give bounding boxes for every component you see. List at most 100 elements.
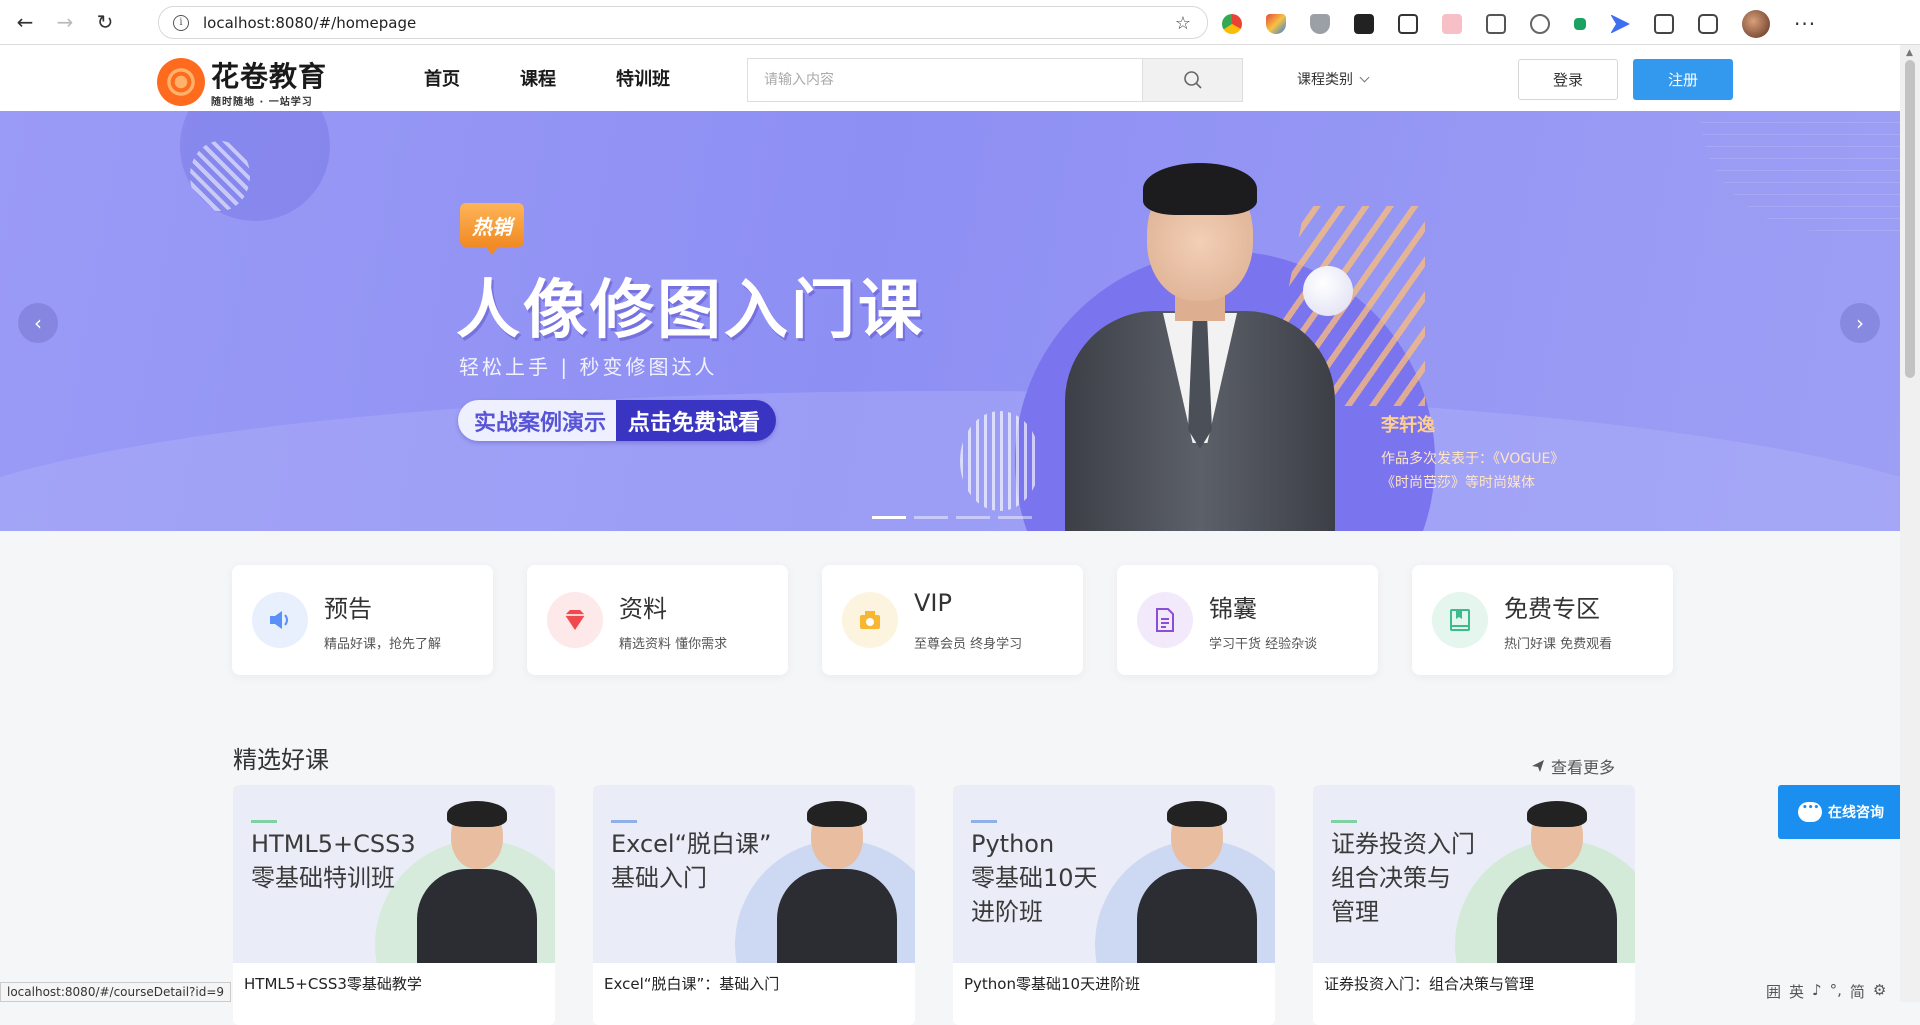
course-cover-title: Python 零基础10天 进阶班 bbox=[971, 830, 1098, 926]
section-title: 精选好课 bbox=[233, 746, 329, 774]
document-icon bbox=[1137, 592, 1193, 648]
nav-training[interactable]: 特训班 bbox=[616, 65, 670, 91]
online-consult-button[interactable]: 在线咨询 bbox=[1778, 785, 1904, 839]
ime-toolbar: 囲英 ♪ °, 简 ⚙ bbox=[1766, 981, 1886, 1002]
course-card[interactable]: HTML5+CSS3 零基础特训班 HTML5+CSS3零基础教学 bbox=[233, 785, 555, 1025]
search-box bbox=[747, 58, 1243, 102]
favorites-icon[interactable] bbox=[1654, 14, 1674, 34]
ime-item[interactable]: 简 bbox=[1850, 981, 1865, 1002]
course-card[interactable]: 证券投资入门 组合决策与 管理 证券投资入门：组合决策与管理 bbox=[1313, 785, 1635, 1025]
category-card[interactable]: 免费专区 热门好课 免费观看 bbox=[1412, 565, 1673, 675]
crown-icon bbox=[842, 592, 898, 648]
course-card[interactable]: Python 零基础10天 进阶班 Python零基础10天进阶班 bbox=[953, 785, 1275, 1025]
carousel-next-button[interactable]: › bbox=[1840, 303, 1880, 343]
scrollbar-thumb[interactable] bbox=[1905, 60, 1915, 378]
course-lecturer-photo bbox=[1137, 801, 1257, 963]
ime-item[interactable]: °, bbox=[1830, 981, 1842, 1002]
category-label: 课程类别 bbox=[1297, 72, 1353, 88]
category-title: 预告 bbox=[324, 595, 372, 623]
collections-icon[interactable] bbox=[1698, 14, 1718, 34]
site-info-icon[interactable]: i bbox=[173, 14, 189, 31]
search-button[interactable] bbox=[1142, 59, 1242, 101]
page-scrollbar[interactable]: ▲ bbox=[1900, 45, 1920, 1002]
banner-title: 人像修图入门课 bbox=[456, 274, 925, 348]
course-cover[interactable]: 证券投资入门 组合决策与 管理 bbox=[1313, 785, 1635, 963]
lecturer-description: 作品多次发表于：《VOGUE》 《时尚芭莎》等时尚媒体 bbox=[1381, 451, 1565, 491]
carousel-indicator[interactable] bbox=[956, 516, 990, 519]
speaker-icon bbox=[252, 592, 308, 648]
extension-shield-icon[interactable] bbox=[1266, 14, 1286, 34]
ime-item[interactable]: ♪ bbox=[1812, 981, 1822, 1002]
extension-tv-icon[interactable] bbox=[1486, 14, 1506, 34]
category-title: VIP bbox=[914, 589, 952, 617]
extension-chrome-icon[interactable] bbox=[1222, 14, 1242, 34]
extension-guard-icon[interactable] bbox=[1310, 14, 1330, 34]
cta-demo-label: 实战案例演示 bbox=[458, 400, 617, 441]
browser-toolbar: ← → ↻ i localhost:8080/#/homepage ☆ ··· bbox=[0, 0, 1920, 45]
forward-icon[interactable]: → bbox=[50, 7, 80, 37]
more-options-icon[interactable]: ··· bbox=[1794, 12, 1816, 36]
back-icon[interactable]: ← bbox=[10, 7, 40, 37]
category-card[interactable]: VIP 至尊会员 终身学习 bbox=[822, 565, 1083, 675]
address-bar[interactable]: i localhost:8080/#/homepage ☆ bbox=[158, 6, 1208, 39]
banner-cta[interactable]: 实战案例演示 点击免费试看 bbox=[458, 400, 777, 441]
extension-grid-icon[interactable] bbox=[1354, 14, 1374, 34]
course-category-dropdown[interactable]: 课程类别 bbox=[1297, 69, 1370, 89]
course-cover[interactable]: Excel“脱白课” 基础入门 bbox=[593, 785, 915, 963]
category-card[interactable]: 资料 精选资料 懂你需求 bbox=[527, 565, 788, 675]
course-cover-title: HTML5+CSS3 零基础特训班 bbox=[251, 830, 416, 892]
lecturer-photo bbox=[1045, 151, 1355, 531]
add-favorite-icon[interactable]: ☆ bbox=[1175, 13, 1191, 34]
extension-recycle-icon[interactable] bbox=[1530, 14, 1550, 34]
nav-home[interactable]: 首页 bbox=[424, 65, 460, 91]
extension-blue-icon[interactable] bbox=[1610, 14, 1630, 34]
ime-item[interactable]: 英 bbox=[1789, 981, 1804, 1002]
logo-mark-icon bbox=[157, 57, 205, 106]
extension-bar: ··· bbox=[1222, 10, 1816, 38]
carousel-prev-button[interactable]: ‹ bbox=[18, 303, 58, 343]
extension-pink-icon[interactable] bbox=[1442, 14, 1462, 34]
course-list: HTML5+CSS3 零基础特训班 HTML5+CSS3零基础教学 Excel“… bbox=[233, 785, 1635, 1025]
search-input[interactable] bbox=[748, 59, 1142, 101]
login-button[interactable]: 登录 bbox=[1518, 59, 1618, 100]
scroll-up-icon[interactable]: ▲ bbox=[1906, 48, 1913, 58]
chevron-down-icon bbox=[1359, 72, 1370, 82]
logo-title: 花卷教育 bbox=[211, 60, 328, 93]
category-title: 免费专区 bbox=[1504, 595, 1600, 623]
cta-free-trial-button[interactable]: 点击免费试看 bbox=[616, 400, 777, 441]
category-description: 热门好课 免费观看 bbox=[1504, 637, 1613, 652]
chat-bubble-icon bbox=[1798, 802, 1822, 822]
ime-item[interactable]: ⚙ bbox=[1873, 981, 1886, 1002]
course-name: Excel“脱白课”：基础入门 bbox=[604, 975, 780, 993]
reload-icon[interactable]: ↻ bbox=[90, 7, 120, 37]
course-cover[interactable]: HTML5+CSS3 零基础特训班 bbox=[233, 785, 555, 963]
category-description: 至尊会员 终身学习 bbox=[914, 637, 1023, 652]
nav-courses[interactable]: 课程 bbox=[520, 65, 556, 91]
address-url: localhost:8080/#/homepage bbox=[203, 13, 417, 32]
status-bar-url: localhost:8080/#/courseDetail?id=9 bbox=[0, 982, 232, 1002]
category-title: 资料 bbox=[619, 595, 667, 623]
course-name: HTML5+CSS3零基础教学 bbox=[244, 975, 422, 993]
category-description: 学习干货 经验杂谈 bbox=[1209, 637, 1318, 652]
category-title: 锦囊 bbox=[1209, 595, 1257, 623]
course-card[interactable]: Excel“脱白课” 基础入门 Excel“脱白课”：基础入门 bbox=[593, 785, 915, 1025]
course-cover[interactable]: Python 零基础10天 进阶班 bbox=[953, 785, 1275, 963]
see-more-link[interactable]: 查看更多 bbox=[1531, 754, 1615, 778]
category-card[interactable]: 锦囊 学习干货 经验杂谈 bbox=[1117, 565, 1378, 675]
category-description: 精品好课，抢先了解 bbox=[324, 637, 442, 652]
carousel-indicator[interactable] bbox=[914, 516, 948, 519]
carousel-indicator[interactable] bbox=[998, 516, 1032, 519]
hot-badge: 热销 bbox=[460, 203, 524, 255]
hero-carousel[interactable]: 热销 人像修图入门课 轻松上手 | 秒变修图达人 实战案例演示 点击免费试看 李… bbox=[0, 111, 1900, 531]
lecturer-name: 李轩逸 bbox=[1381, 415, 1435, 436]
site-logo[interactable]: 花卷教育 随时随地 · 一站学习 bbox=[157, 55, 327, 108]
extension-n-icon[interactable] bbox=[1398, 14, 1418, 34]
extension-green-icon[interactable] bbox=[1574, 18, 1586, 30]
profile-avatar[interactable] bbox=[1742, 10, 1770, 38]
diamond-icon bbox=[547, 592, 603, 648]
category-card[interactable]: 预告 精品好课，抢先了解 bbox=[232, 565, 493, 675]
register-button[interactable]: 注册 bbox=[1633, 59, 1733, 100]
carousel-indicator[interactable] bbox=[872, 516, 906, 519]
ime-item[interactable]: 囲 bbox=[1766, 981, 1781, 1002]
course-cover-title: 证券投资入门 组合决策与 管理 bbox=[1331, 830, 1475, 926]
